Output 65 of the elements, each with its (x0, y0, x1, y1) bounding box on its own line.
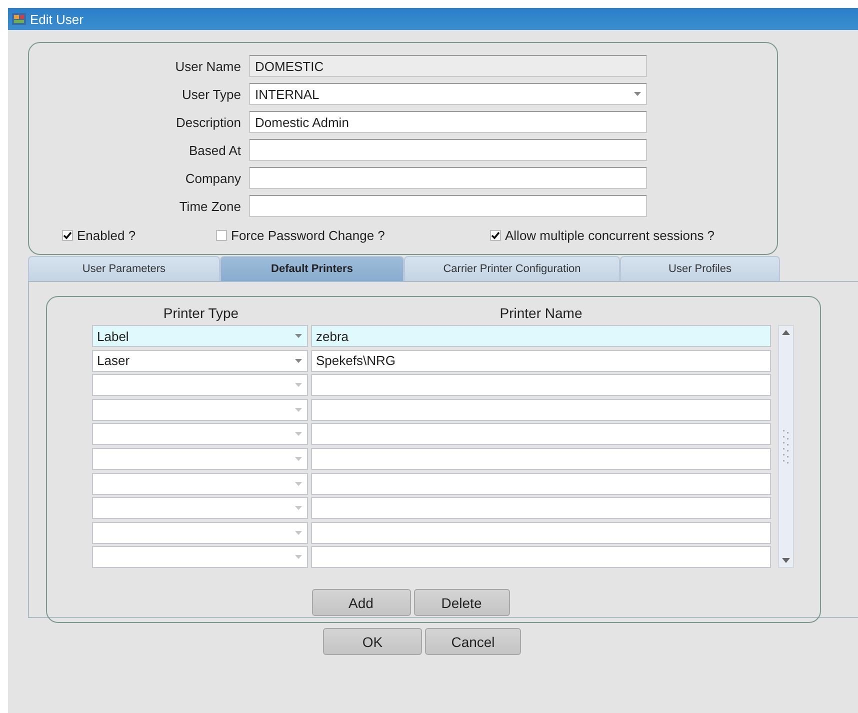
caret-icon (294, 480, 303, 487)
caret-icon (294, 505, 303, 512)
caret-icon (294, 554, 303, 560)
caret-icon (294, 382, 303, 388)
field-label: Time Zone (178, 198, 242, 214)
ok-button[interactable]: OK (323, 628, 422, 655)
dropdown-field[interactable] (92, 398, 308, 421)
dropdown-field[interactable] (92, 497, 308, 520)
input-field[interactable] (311, 522, 771, 544)
dropdown-field[interactable] (92, 472, 308, 495)
window-title: Edit User (30, 12, 84, 26)
input-field[interactable] (311, 472, 771, 495)
caret-icon (294, 431, 303, 438)
dropdown-field[interactable] (92, 546, 308, 568)
input-field[interactable]: zebra (311, 325, 771, 347)
field-label: User Name (174, 58, 242, 74)
input-field[interactable] (311, 398, 771, 421)
tab[interactable]: User Profiles (620, 256, 780, 281)
dropdown-field[interactable]: Label (92, 325, 308, 347)
input-field[interactable]: DOMESTIC (249, 55, 647, 77)
grip-icon (782, 428, 790, 464)
button[interactable]: Add (312, 589, 410, 616)
input-field[interactable] (249, 195, 647, 217)
cancel-button[interactable]: Cancel (425, 628, 521, 655)
button[interactable]: Delete (414, 589, 510, 616)
dropdown-field[interactable] (92, 448, 308, 470)
checkbox-label: Allow multiple concurrent sessions ? (505, 228, 715, 243)
caret-icon (294, 456, 303, 462)
field-label: Company (184, 170, 242, 186)
app-icon (11, 11, 27, 27)
checkbox[interactable] (62, 230, 73, 241)
caret-icon (294, 406, 303, 413)
tab[interactable]: Default Printers (220, 256, 404, 281)
tab[interactable]: Carrier Printer Configuration (404, 256, 620, 281)
checkbox[interactable] (490, 230, 501, 241)
dropdown-field[interactable] (92, 423, 308, 446)
scrollbar[interactable] (778, 325, 794, 568)
input-field[interactable]: Spekefs\NRG (311, 350, 771, 372)
field-label: Based At (188, 142, 242, 158)
input-field[interactable] (311, 423, 771, 446)
column-header: Printer Name (498, 305, 584, 321)
scroll-down-icon (781, 556, 791, 564)
checkbox[interactable] (216, 230, 227, 241)
caret-icon (294, 358, 303, 364)
input-field[interactable] (249, 139, 647, 161)
tab[interactable]: User Parameters (28, 256, 220, 281)
caret-icon (294, 333, 303, 339)
checkbox-label: Enabled ? (77, 228, 136, 243)
input-field[interactable] (311, 546, 771, 568)
field-label: Description (174, 114, 242, 130)
scroll-up-icon (781, 329, 791, 337)
field-label: User Type (180, 86, 242, 102)
caret-icon (294, 530, 303, 536)
input-field[interactable]: Domestic Admin (249, 111, 647, 133)
caret-icon (633, 91, 642, 97)
input-field[interactable] (311, 497, 771, 520)
column-header: Printer Type (162, 305, 240, 321)
dropdown-field[interactable] (92, 522, 308, 544)
checkbox-label: Force Password Change ? (231, 228, 385, 243)
input-field[interactable] (249, 167, 647, 189)
dropdown-field[interactable]: INTERNAL (249, 83, 647, 105)
dropdown-field[interactable]: Laser (92, 350, 308, 372)
input-field[interactable] (311, 374, 771, 396)
dropdown-field[interactable] (92, 374, 308, 396)
input-field[interactable] (311, 448, 771, 470)
